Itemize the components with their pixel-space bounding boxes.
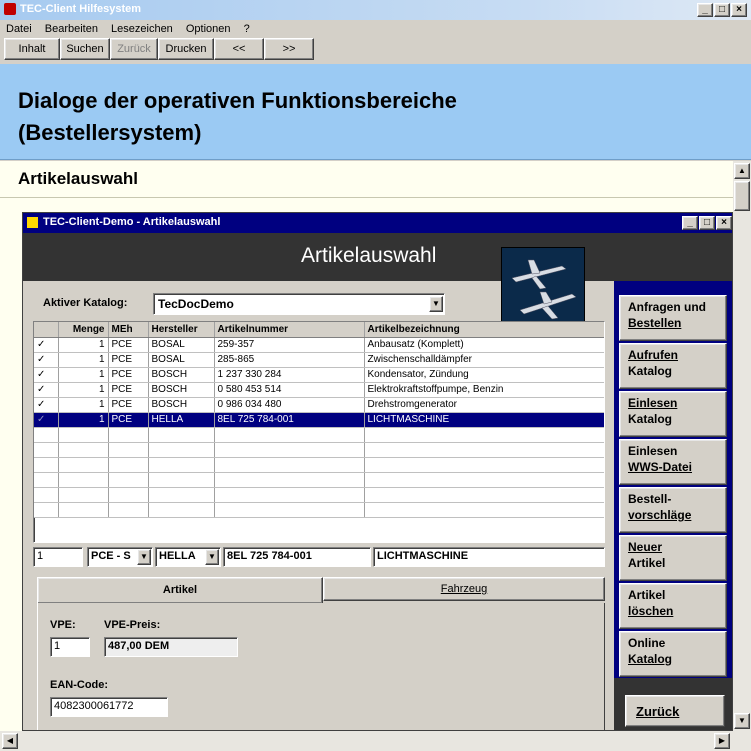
help-heading-line1: Dialoge der operativen Funktionsbereiche: [18, 88, 457, 113]
grid-header-check: [34, 322, 59, 338]
table-row[interactable]: ✓ 1 PCE BOSAL 259-357 Anbausatz (Komplet…: [34, 337, 604, 353]
tab-fahrzeug[interactable]: Fahrzeug: [323, 577, 605, 601]
table-row[interactable]: ✓ 1 PCE BOSAL 285-865 Zwischenschalldämp…: [34, 352, 604, 368]
dialog-app-icon: [27, 217, 38, 228]
check-icon: ✓: [34, 397, 59, 413]
article-grid: Menge MEh Hersteller Artikelnummer Artik…: [33, 321, 605, 543]
tab-content: VPE: VPE-Preis: 1 487,00 DEM EAN-Code: 4…: [37, 603, 605, 730]
scroll-up-arrow[interactable]: ▲: [734, 163, 750, 179]
vpe-preis-label: VPE-Preis:: [104, 619, 161, 631]
maximize-button[interactable]: □: [714, 3, 730, 17]
menu-datei[interactable]: Datei: [6, 23, 32, 35]
dialog-title-bar: TEC-Client-Demo - Artikelauswahl _ □ ×: [23, 213, 732, 233]
grid-header-menge[interactable]: Menge: [58, 322, 109, 338]
scroll-down-arrow[interactable]: ▼: [734, 713, 750, 729]
check-icon: ✓: [34, 352, 59, 368]
inhalt-button[interactable]: Inhalt: [4, 38, 60, 60]
unit-dropdown-arrow[interactable]: ▼: [137, 549, 151, 565]
check-icon: ✓: [34, 367, 59, 383]
vpe-label: VPE:: [50, 619, 76, 631]
ean-label: EAN-Code:: [50, 679, 109, 691]
grid-header-hersteller[interactable]: Hersteller: [148, 322, 215, 338]
check-icon: ✓: [34, 382, 59, 398]
online-katalog-button[interactable]: Online Katalog: [619, 631, 727, 677]
previous-topic-button[interactable]: <<: [214, 38, 264, 60]
tab-artikel[interactable]: Artikel: [37, 577, 323, 603]
maker-select[interactable]: HELLA ▼: [155, 547, 221, 567]
help-toolbar: Inhalt Suchen Zurück Drucken << >>: [4, 38, 314, 62]
unit-select[interactable]: PCE - S ▼: [87, 547, 153, 567]
close-button[interactable]: ×: [731, 3, 747, 17]
action-buttons: Anfragen und Bestellen Aufrufen Katalog Ei…: [619, 295, 727, 677]
dialog-close-button[interactable]: ×: [716, 216, 732, 230]
dialog-banner: Artikelauswahl: [23, 233, 732, 281]
menu-bearbeiten[interactable]: Bearbeiten: [45, 23, 98, 35]
horizontal-scrollbar[interactable]: ◀ ▶: [0, 731, 751, 751]
artikel-loeschen-button[interactable]: Artikel löschen: [619, 583, 727, 629]
help-heading-panel: Dialoge der operativen Funktionsbereiche…: [0, 64, 751, 160]
airplane-image: [501, 247, 585, 325]
check-icon: ✓: [34, 412, 59, 428]
section-divider: [0, 197, 733, 198]
scroll-left-arrow[interactable]: ◀: [2, 733, 18, 749]
grid-header-row: Menge MEh Hersteller Artikelnummer Artik…: [34, 322, 604, 338]
drucken-button[interactable]: Drucken: [158, 38, 214, 60]
article-desc-input[interactable]: LICHTMASCHINE: [373, 547, 605, 567]
window-title: TEC-Client Hilfesystem: [20, 3, 142, 15]
qty-input[interactable]: 1: [33, 547, 83, 567]
check-icon: ✓: [34, 337, 59, 353]
scroll-right-arrow[interactable]: ▶: [714, 733, 730, 749]
embedded-dialog-window: TEC-Client-Demo - Artikelauswahl _ □ × A…: [22, 212, 733, 731]
bestellvorschlaege-button[interactable]: Bestell-vorschläge: [619, 487, 727, 533]
catalog-select[interactable]: TecDocDemo ▼: [153, 293, 445, 315]
table-row[interactable]: ✓ 1 PCE BOSCH 1 237 330 284 Kondensator,…: [34, 367, 604, 383]
aufrufen-katalog-button[interactable]: Aufrufen Katalog: [619, 343, 727, 389]
dialog-maximize-button[interactable]: □: [699, 216, 715, 230]
banner-title: Artikelauswahl: [301, 244, 437, 267]
catalog-select-value: TecDocDemo: [158, 297, 234, 311]
next-topic-button[interactable]: >>: [264, 38, 314, 60]
edit-row: 1 PCE - S ▼ HELLA ▼ 8EL 725 784-001 LICH…: [33, 547, 605, 569]
table-row-selected[interactable]: ✓ 1 PCE HELLA 8EL 725 784-001 LICHTMASCH…: [34, 412, 604, 428]
catalog-label: Aktiver Katalog:: [43, 297, 128, 309]
grid-header-artikelnummer[interactable]: Artikelnummer: [214, 322, 365, 338]
menu-optionen[interactable]: Optionen: [186, 23, 231, 35]
neuer-artikel-button[interactable]: Neuer Artikel: [619, 535, 727, 581]
einlesen-wws-datei-button[interactable]: Einlesen WWS-Datei: [619, 439, 727, 485]
vpe-preis-field[interactable]: 487,00 DEM: [104, 637, 238, 657]
zurueck-button-disabled[interactable]: Zurück: [110, 38, 158, 60]
suchen-button[interactable]: Suchen: [60, 38, 110, 60]
vertical-scrollbar[interactable]: ▲ ▼: [733, 161, 751, 731]
menu-bar: Datei Bearbeiten Lesezeichen Optionen ?: [0, 20, 751, 38]
menu-help[interactable]: ?: [244, 23, 250, 35]
maker-dropdown-arrow[interactable]: ▼: [205, 549, 219, 565]
table-row-empty[interactable]: [34, 472, 604, 488]
table-row-empty[interactable]: [34, 427, 604, 443]
minimize-button[interactable]: _: [697, 3, 713, 17]
dialog-minimize-button[interactable]: _: [682, 216, 698, 230]
catalog-dropdown-arrow[interactable]: ▼: [429, 296, 443, 312]
app-icon: [4, 3, 16, 15]
grid-header-artikelbezeichnung[interactable]: Artikelbezeichnung: [364, 322, 604, 338]
anfragen-bestellen-button[interactable]: Anfragen und Bestellen: [619, 295, 727, 341]
table-row[interactable]: ✓ 1 PCE BOSCH 0 580 453 514 Elektrokraft…: [34, 382, 604, 398]
table-row-empty[interactable]: [34, 487, 604, 503]
table-row-empty[interactable]: [34, 502, 604, 518]
help-heading-line2: (Bestellersystem): [18, 120, 202, 145]
detail-tab-panel: Artikel Fahrzeug VPE: VPE-Preis: 1 487,0…: [33, 575, 605, 730]
article-number-input[interactable]: 8EL 725 784-001: [223, 547, 371, 567]
ean-field[interactable]: 4082300061772: [50, 697, 168, 717]
menu-lesezeichen[interactable]: Lesezeichen: [111, 23, 173, 35]
section-title: Artikelauswahl: [18, 169, 138, 188]
table-row-empty[interactable]: [34, 442, 604, 458]
window-title-bar: TEC-Client Hilfesystem _ □ ×: [0, 0, 751, 20]
vpe-field[interactable]: 1: [50, 637, 90, 657]
zurueck-dialog-button[interactable]: Zurück: [625, 695, 725, 727]
grid-header-meh[interactable]: MEh: [108, 322, 149, 338]
table-row-empty[interactable]: [34, 457, 604, 473]
scroll-thumb[interactable]: [734, 181, 750, 211]
dialog-title: TEC-Client-Demo - Artikelauswahl: [43, 216, 221, 228]
table-row[interactable]: ✓ 1 PCE BOSCH 0 986 034 480 Drehstromgen…: [34, 397, 604, 413]
einlesen-katalog-button[interactable]: Einlesen Katalog: [619, 391, 727, 437]
